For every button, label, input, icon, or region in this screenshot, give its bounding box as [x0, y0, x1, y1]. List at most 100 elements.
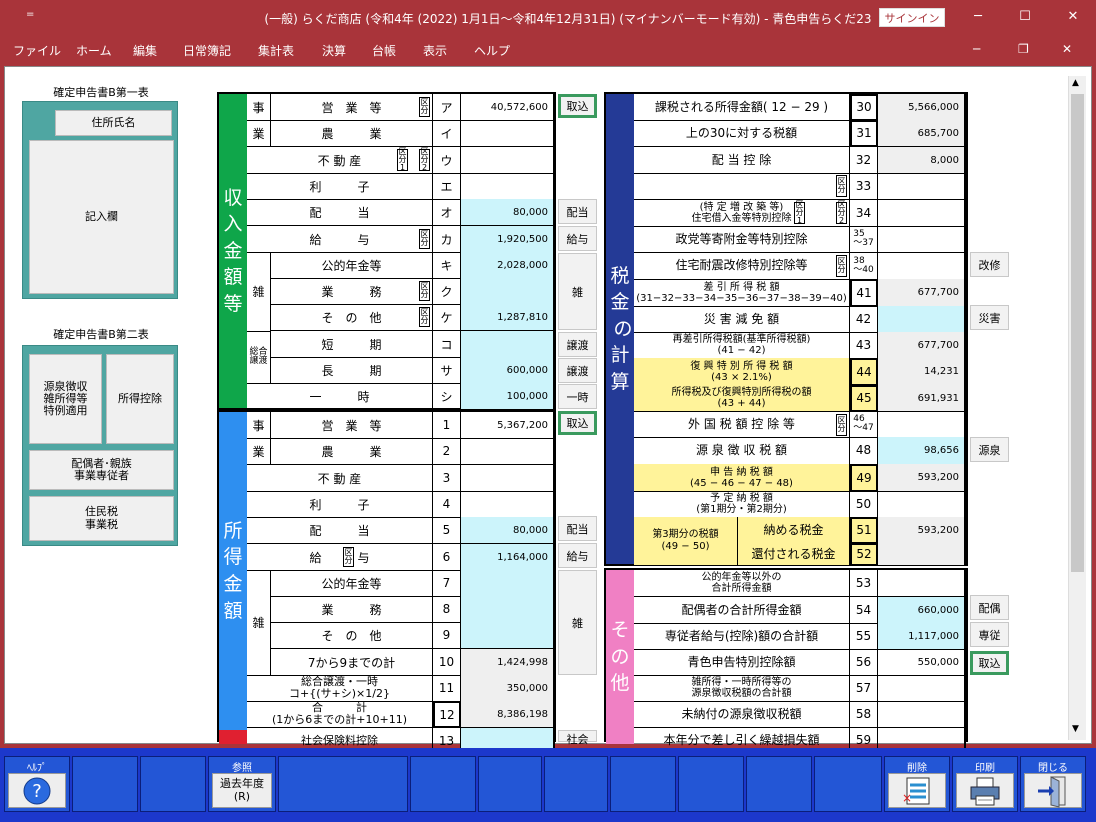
income-value-field[interactable]: 100,000 [461, 383, 555, 410]
other-value-field[interactable] [878, 701, 966, 728]
shotoku-value-field[interactable]: 350,000 [461, 675, 555, 702]
address-name-button[interactable]: 住所氏名 [55, 110, 172, 136]
shotoku-value-field[interactable]: 1,424,998 [461, 649, 555, 676]
fkey-12[interactable] [814, 756, 882, 812]
transfer-long-button[interactable]: 譲渡 [558, 358, 597, 383]
shotoku-value-field[interactable] [461, 622, 555, 649]
menu-edit[interactable]: 編集 [133, 42, 157, 59]
withholding-tax-button[interactable]: 源泉 [970, 437, 1009, 462]
import-shotoku-button[interactable]: 取込 [558, 411, 597, 435]
income-value-field[interactable] [461, 331, 555, 358]
tax-value-field[interactable]: 593,200 [878, 464, 966, 492]
other-value-field[interactable]: 550,000 [878, 649, 966, 676]
maximize-icon[interactable]: ☐ [1010, 6, 1040, 28]
menu-help[interactable]: ヘルプ [474, 42, 510, 59]
family-employee-button[interactable]: 専従 [970, 622, 1009, 647]
tax-value-field[interactable] [878, 200, 966, 227]
other-value-field[interactable]: 660,000 [878, 597, 966, 624]
income-value-field[interactable]: 80,000 [461, 199, 555, 226]
entry-field-button[interactable]: 記入欄 [29, 140, 174, 294]
fkey-7[interactable] [478, 756, 542, 812]
tax-value-field[interactable]: 677,700 [878, 279, 966, 307]
shotoku-value-field[interactable]: 80,000 [461, 517, 555, 544]
scroll-thumb[interactable] [1071, 94, 1084, 572]
dividend-button[interactable]: 配当 [558, 199, 597, 224]
income-value-field[interactable]: 40,572,600 [461, 94, 555, 121]
tax-value-field[interactable]: 677,700 [878, 332, 966, 359]
delete-icon[interactable]: × [888, 773, 946, 808]
scroll-up-icon[interactable]: ▲ [1072, 78, 1079, 88]
tax-value-field[interactable]: 691,931 [878, 385, 966, 412]
import-blue-deduction-button[interactable]: 取込 [970, 651, 1009, 675]
shotoku-value-field[interactable] [461, 570, 555, 597]
disaster-button[interactable]: 災害 [970, 305, 1009, 330]
shotoku-value-field[interactable]: 8,386,198 [461, 701, 555, 728]
menu-ledger[interactable]: 台帳 [372, 42, 396, 59]
fkey-3[interactable] [140, 756, 206, 812]
misc-income-button[interactable]: 雑 [558, 253, 597, 330]
scroll-down-icon[interactable]: ▼ [1072, 724, 1079, 734]
shotoku-value-field[interactable] [461, 596, 555, 623]
income-value-field[interactable] [461, 120, 555, 147]
menu-view[interactable]: 表示 [423, 42, 447, 59]
fkey-11[interactable] [746, 756, 812, 812]
signin-button[interactable]: サインイン [879, 8, 945, 27]
menu-file[interactable]: ファイル [13, 42, 61, 59]
menu-bookkeeping[interactable]: 日常簿記 [183, 42, 231, 59]
income-value-field[interactable] [461, 278, 555, 305]
tax-value-field[interactable]: 5,566,000 [878, 94, 966, 121]
fkey-6[interactable] [410, 756, 476, 812]
withholding-button[interactable]: 源泉徴収 雑所得等 特例適用 [29, 354, 102, 444]
spouse-button[interactable]: 配偶 [970, 595, 1009, 620]
fkey-9[interactable] [610, 756, 676, 812]
salary-shotoku-button[interactable]: 給与 [558, 543, 597, 568]
misc-shotoku-button[interactable]: 雑 [558, 570, 597, 675]
print-icon[interactable] [956, 773, 1014, 808]
income-value-field[interactable]: 1,287,810 [461, 304, 555, 331]
tax-value-field[interactable]: 593,200 [878, 517, 966, 544]
fkey-5[interactable] [278, 756, 408, 812]
income-value-field[interactable] [461, 147, 555, 174]
shotoku-value-field[interactable] [461, 491, 555, 518]
exit-icon[interactable] [1024, 773, 1082, 808]
fkey-10[interactable] [678, 756, 744, 812]
shotoku-value-field[interactable]: 5,367,200 [461, 412, 555, 439]
income-deduction-button[interactable]: 所得控除 [106, 354, 174, 444]
tax-value-field[interactable]: 98,656 [878, 437, 966, 465]
fkey-reference[interactable]: 参照 過去年度 (R) [208, 756, 276, 812]
shotoku-value-field[interactable] [461, 438, 555, 465]
fkey-8[interactable] [544, 756, 608, 812]
tax-value-field[interactable] [878, 306, 966, 333]
transfer-short-button[interactable]: 譲渡 [558, 332, 597, 357]
social-insurance-button[interactable]: 社会 [558, 730, 597, 746]
other-value-field[interactable] [878, 675, 966, 702]
income-value-field[interactable]: 600,000 [461, 357, 555, 384]
close-icon[interactable]: ✕ [1058, 6, 1088, 28]
income-value-field[interactable]: 2,028,000 [461, 252, 555, 279]
minimize-icon[interactable]: ─ [963, 6, 993, 28]
menu-closing[interactable]: 決算 [322, 42, 346, 59]
tax-value-field[interactable]: 14,231 [878, 358, 966, 386]
tax-value-field[interactable] [878, 252, 966, 280]
help-icon[interactable]: ? [8, 773, 66, 808]
import-income-button[interactable]: 取込 [558, 94, 597, 118]
fkey-help[interactable]: ﾍﾙﾌﾟ? [4, 756, 70, 812]
doc-close-icon[interactable]: ✕ [1062, 42, 1072, 56]
temporary-income-button[interactable]: 一時 [558, 384, 597, 409]
menu-home[interactable]: ホーム [76, 42, 112, 59]
fkey-print[interactable]: 印刷 [952, 756, 1018, 812]
renovation-button[interactable]: 改修 [970, 252, 1009, 277]
spouse-family-button[interactable]: 配偶者･親族 事業専従者 [29, 450, 174, 490]
tax-value-field[interactable] [878, 411, 966, 438]
tax-value-field[interactable] [878, 491, 966, 518]
fkey-2[interactable] [72, 756, 138, 812]
tax-value-field[interactable] [878, 173, 966, 200]
income-value-field[interactable]: 1,920,500 [461, 226, 555, 253]
tax-value-field[interactable]: 8,000 [878, 147, 966, 174]
dividend-shotoku-button[interactable]: 配当 [558, 516, 597, 541]
doc-restore-icon[interactable]: ❐ [1018, 42, 1029, 56]
salary-button[interactable]: 給与 [558, 226, 597, 251]
other-value-field[interactable] [878, 570, 966, 597]
fkey-delete[interactable]: 削除 × [884, 756, 950, 812]
vertical-scrollbar[interactable]: ▲ ▼ [1068, 76, 1086, 740]
